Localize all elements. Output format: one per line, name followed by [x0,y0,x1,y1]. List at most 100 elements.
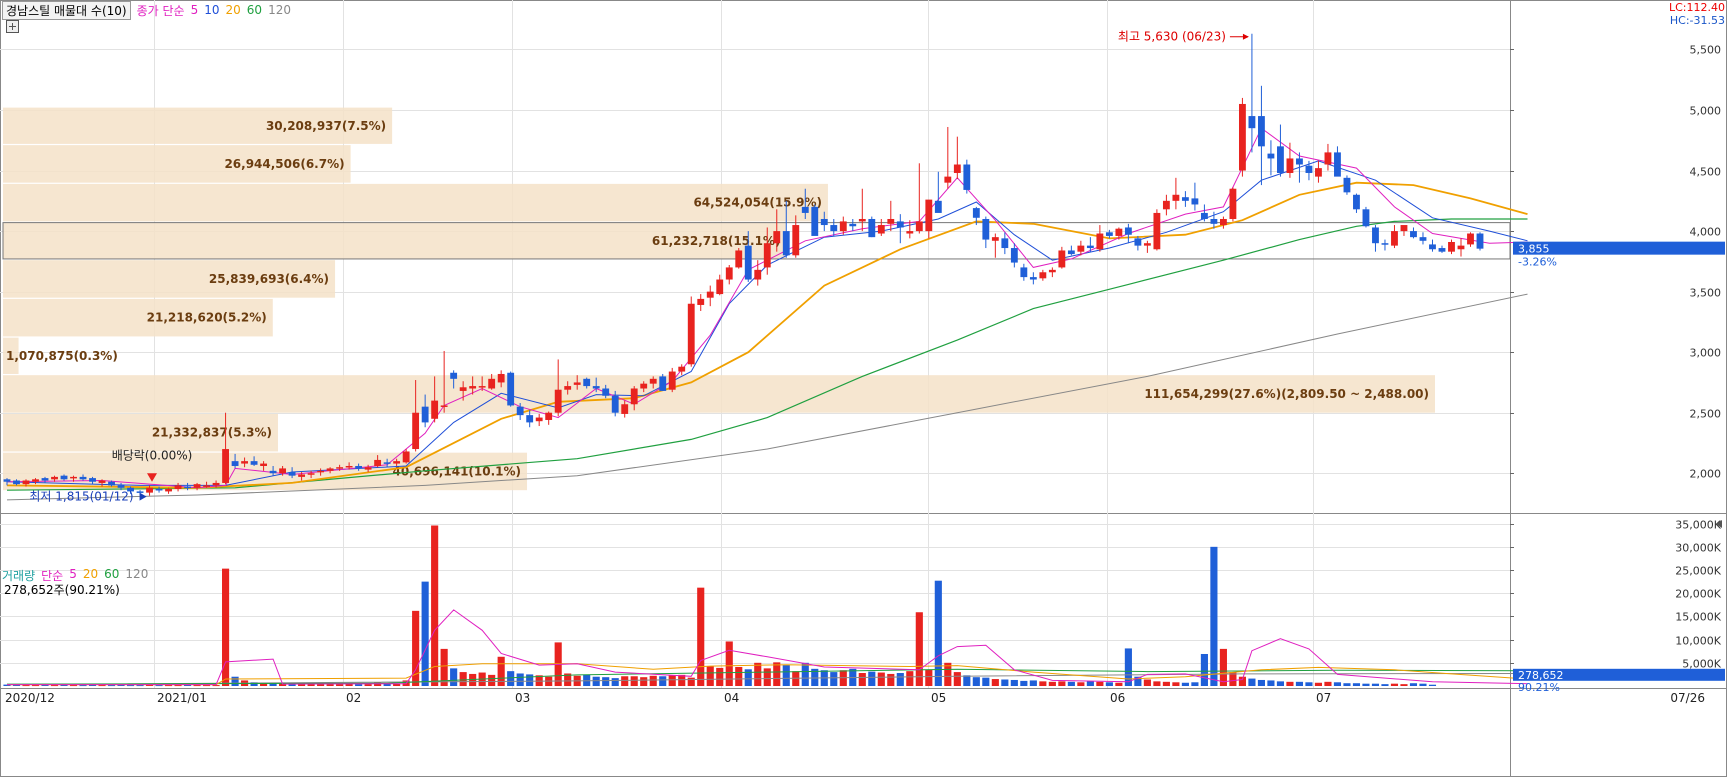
candle-body [725,267,733,280]
candle-body [535,417,543,422]
candle-body [963,164,971,190]
candle-body [269,470,277,474]
candle-body [801,206,809,213]
volume-bar [858,673,866,686]
price-tick-label: 4,000 [1690,226,1722,239]
candle-body [469,386,477,389]
candle-body [1438,248,1446,252]
candle-body [1457,245,1465,250]
candle-body [611,395,619,413]
candle-body [1372,227,1379,244]
volume-profile-label: 1,070,875(0.3%) [6,349,118,363]
volume-bar [991,679,999,686]
volume-bar [744,669,752,686]
candle-body [108,481,115,486]
candle-body [877,225,885,234]
candle-body [231,461,239,466]
volume-bar [79,685,87,687]
candle-body [820,218,828,226]
candle [659,373,667,391]
candle-body [1153,212,1161,250]
volume-bar [1143,679,1151,686]
candle-body [649,378,657,384]
candle-body [1391,231,1398,246]
volume-bar [203,685,211,687]
volume-bar [668,675,676,686]
candle-body [868,218,876,238]
price-tick-label: 4,500 [1690,166,1722,179]
volume-bar [1172,682,1180,686]
volume-bar [364,684,372,686]
volume-profile-label: 21,332,837(5.3%) [152,426,272,440]
volume-bar [1191,682,1199,686]
ma-period-5[interactable]: 5 [191,3,199,17]
candle-body [260,463,268,466]
volume-bar [1343,683,1351,686]
volume-bar [164,685,173,687]
ma-period-20[interactable]: 20 [226,3,241,17]
volume-bar [773,662,781,686]
candle-body [583,378,591,387]
volume-bar [1257,679,1265,686]
candle-body [478,386,486,388]
volume-bar [982,677,990,686]
chart-canvas[interactable]: 5,500 5,000 4,500 4,000 3,500 3,000 2,500 2,000… [0,0,1727,777]
candle-body [564,386,572,390]
candle-body [459,387,467,391]
candle-body [89,478,96,482]
volume-bar [126,685,135,687]
ma-period-10[interactable]: 10 [204,3,219,17]
volume-profile-label: 25,839,693(6.4%) [209,272,329,286]
ma-period-60[interactable]: 60 [247,3,262,17]
price-tick-label: 5,000 [1690,105,1722,118]
candle-body [1219,218,1227,226]
candle [1238,97,1246,177]
volume-tick-label: 15,000K [1675,611,1721,624]
volume-bar [1058,681,1066,686]
candle-body [60,475,68,480]
candle-body [659,376,667,391]
low-annotation: 최저 1,815(01/12) [29,490,133,504]
candle-body [1258,116,1265,147]
volume-bar [1200,653,1208,686]
candle-body [32,479,39,482]
volume-bar [735,666,743,686]
candle-body [212,482,220,486]
candle-body [773,231,781,244]
candle-body [668,371,676,390]
x-end-label: 07/26 [1670,691,1705,705]
candle-body [1115,228,1123,236]
price-tick-label: 5,500 [1690,44,1722,57]
candle-body [554,389,562,413]
grid-toggle-icon[interactable] [6,20,19,33]
candle-body [830,225,838,232]
candle-body [1048,269,1056,273]
candle-body [155,488,163,491]
candle-body [174,485,182,489]
candle-body [1296,158,1303,165]
volume-bar [925,669,933,686]
volume-bar [782,665,790,686]
volume-bar [355,684,363,686]
x-tick-label: 2020/12 [5,691,55,705]
high-annotation: 최고 5,630 (06/23) [1118,30,1226,44]
stock-chart-window: 5,500 5,000 4,500 4,000 3,500 3,000 2,500 2,000… [0,0,1727,777]
candle-body [1476,233,1484,249]
volume-bar [231,676,239,686]
candle-body [307,473,315,475]
volume-bar [1162,681,1170,686]
volume-bar [1428,684,1437,686]
candle-body [744,245,752,280]
ma-period-120[interactable]: 120 [268,3,291,17]
candle-body [117,485,125,488]
chart-title[interactable]: 경남스틸 매물대 수(10) [2,0,131,20]
candle-body [412,412,420,450]
candle-body [507,372,515,406]
candle-body [1143,243,1151,246]
candle-body [41,478,49,481]
candle-body [526,415,534,423]
volume-ma-period-120[interactable]: 120 [125,567,148,584]
candle-body [763,243,771,268]
candle-body [716,279,724,295]
candle-body [1077,245,1085,252]
